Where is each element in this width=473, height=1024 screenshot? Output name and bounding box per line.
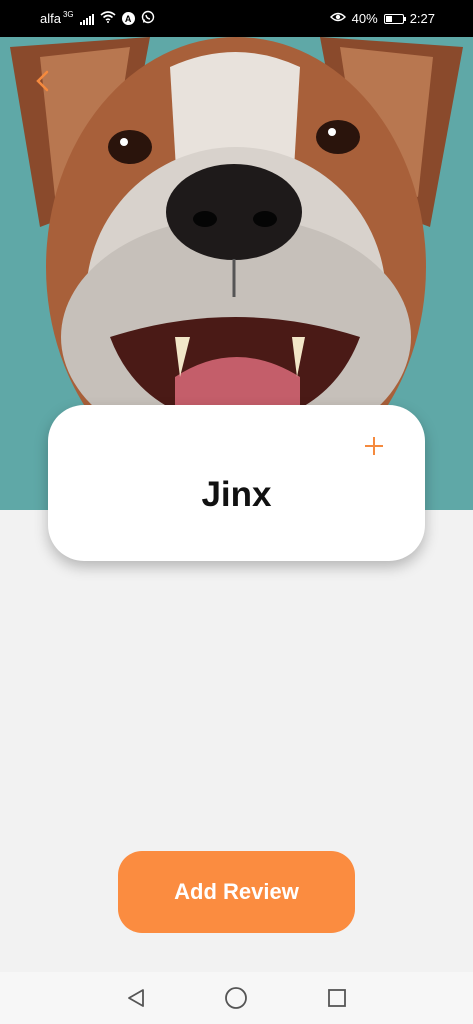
signal-icon: [79, 13, 94, 25]
a-badge-icon: A: [121, 12, 135, 25]
network-type: 3G: [62, 10, 74, 19]
back-triangle-icon: [128, 989, 145, 1007]
pet-name: Jinx: [201, 475, 272, 514]
add-icon[interactable]: [363, 435, 385, 457]
nav-back-button[interactable]: [121, 983, 151, 1013]
eye-icon: [329, 11, 346, 26]
carrier-label: alfa: [40, 11, 61, 26]
chevron-left-icon: [36, 70, 49, 92]
add-review-button[interactable]: Add Review: [118, 851, 355, 933]
battery-level: [385, 15, 393, 22]
whatsapp-icon: [141, 10, 155, 27]
pet-card: Jinx: [48, 405, 425, 561]
back-button[interactable]: [26, 64, 60, 98]
navigation-bar: [0, 972, 473, 1024]
battery-percent: 40%: [351, 11, 378, 26]
battery-icon: [383, 13, 406, 24]
wifi-icon: [100, 11, 116, 26]
nav-recents-button[interactable]: [322, 983, 352, 1013]
status-right: 40% 2:27: [329, 11, 435, 26]
recents-square-icon: [327, 989, 346, 1007]
nav-home-button[interactable]: [221, 983, 251, 1013]
home-circle-icon: [225, 987, 248, 1009]
clock: 2:27: [409, 11, 435, 26]
status-bar: alfa 3G A 40% 2:27: [0, 0, 473, 37]
status-left: alfa 3G A: [40, 10, 155, 27]
